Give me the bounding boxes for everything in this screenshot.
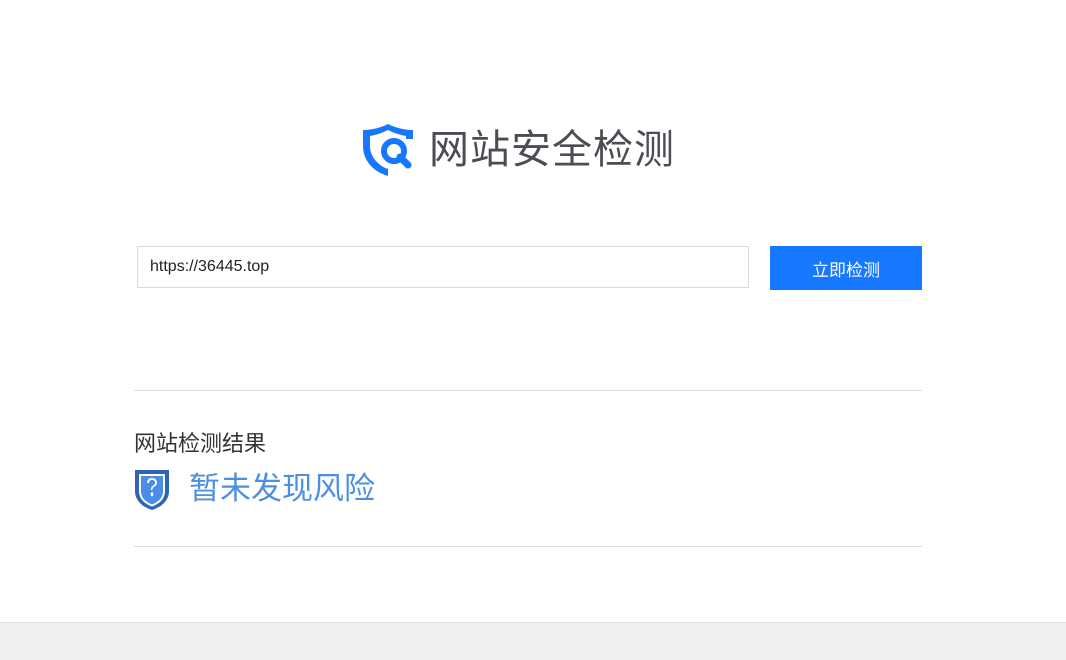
footer [0, 622, 1066, 660]
shield-search-icon [363, 124, 413, 176]
url-input[interactable] [137, 246, 749, 288]
page: 网站安全检测 立即检测 网站检测结果 暂未发现风险 [0, 0, 1066, 660]
result-status-text: 暂未发现风险 [189, 471, 375, 507]
result-section-title: 网站检测结果 [134, 432, 267, 457]
check-now-button[interactable]: 立即检测 [770, 246, 922, 290]
section-divider-top [134, 390, 922, 391]
site-logo: 网站安全检测 [361, 122, 675, 178]
shield-question-icon [135, 470, 169, 510]
result-status-row: 暂未发现风险 [134, 466, 375, 512]
section-divider-bottom [134, 546, 922, 547]
site-title: 网站安全检测 [429, 127, 675, 173]
